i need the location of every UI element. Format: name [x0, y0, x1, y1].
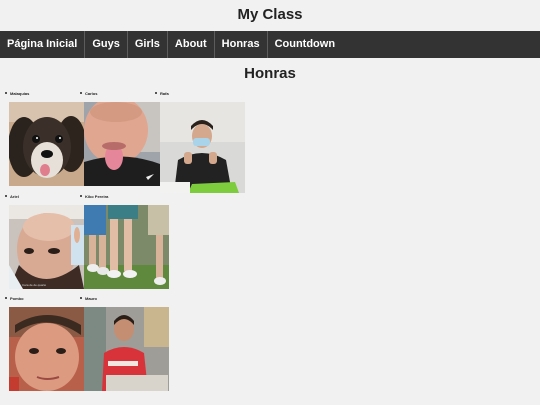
member-photo-mauro [84, 307, 169, 391]
member-photo-pombo [9, 307, 84, 391]
bullet-icon [80, 195, 82, 197]
nav-item-countdown[interactable]: Countdown [268, 31, 342, 58]
member-photo-ariel [9, 205, 84, 289]
member-photo-carlos [84, 102, 160, 186]
photo-caption: Cara de de quarto [22, 283, 47, 287]
member-name: Mauro [85, 295, 97, 301]
member-name: Ariel [10, 193, 19, 199]
bullet-icon [155, 92, 157, 94]
member-item: Pombo [5, 295, 24, 301]
member-name: Kiko Pereira [85, 193, 109, 199]
bullet-icon [5, 195, 7, 197]
bullet-icon [80, 92, 82, 94]
member-name: Rafa [160, 90, 169, 96]
member-item: Kiko Pereira [80, 193, 108, 199]
navbar: Página Inicial Guys Girls About Honras C… [0, 31, 540, 58]
member-name: Malaquias [10, 90, 30, 96]
member-item: Rafa [155, 90, 169, 96]
nav-item-guys[interactable]: Guys [85, 31, 128, 58]
member-item: Mauro [80, 295, 97, 301]
site-title: My Class [237, 6, 303, 23]
member-name: Pombo [10, 295, 24, 301]
member-photo-rafa [160, 102, 245, 193]
member-item: Malaquias [5, 90, 29, 96]
member-photo-kiko-pereira [84, 205, 169, 289]
nav-item-girls[interactable]: Girls [128, 31, 168, 58]
nav-item-honras[interactable]: Honras [215, 31, 268, 58]
bullet-icon [80, 297, 82, 299]
member-item: Ariel [5, 193, 19, 199]
bullet-icon [5, 297, 7, 299]
member-name: Carlos [85, 90, 98, 96]
section-title: Honras [244, 65, 296, 82]
nav-item-about[interactable]: About [168, 31, 215, 58]
nav-item-home[interactable]: Página Inicial [0, 31, 86, 58]
bullet-icon [5, 92, 7, 94]
member-item: Carlos [80, 90, 97, 96]
member-photo-malaquias [9, 102, 84, 186]
